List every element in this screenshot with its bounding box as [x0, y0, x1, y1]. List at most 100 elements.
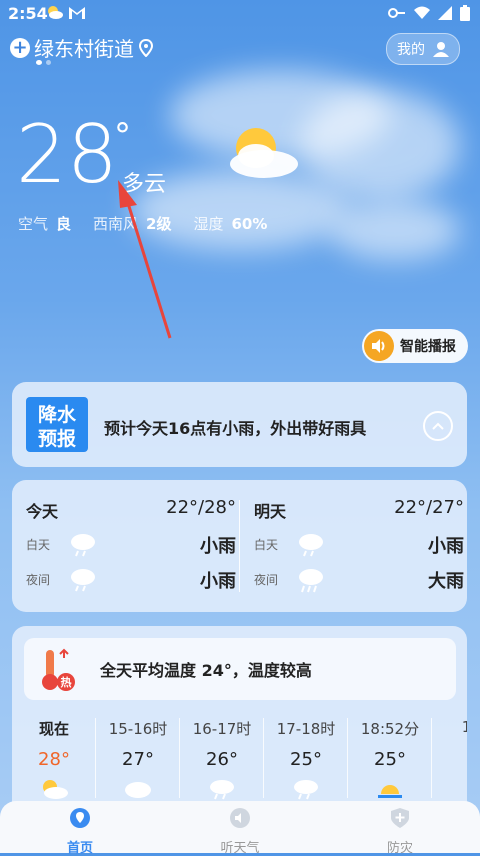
- precipitation-badge-icon: 降水 预报: [26, 397, 88, 452]
- collapse-button[interactable]: [423, 411, 453, 441]
- air-value[interactable]: 良: [56, 213, 71, 234]
- night-label: 夜间: [254, 573, 279, 587]
- rain-icon: [210, 780, 234, 800]
- hourly-forecast-card: 热 全天平均温度 24°，温度较高 现在 28° 15-16时 27° 16-1…: [12, 626, 467, 816]
- hour-temp: 27°: [122, 749, 154, 770]
- nav-label: 听天气: [220, 841, 260, 856]
- me-button[interactable]: 我的: [386, 33, 460, 65]
- nav-home[interactable]: 首页: [30, 807, 130, 856]
- day-condition: 小雨: [200, 536, 236, 557]
- bottom-navigation: 首页 听天气 防灾: [0, 801, 480, 856]
- wifi-icon: [414, 6, 430, 19]
- hour-time: 17-18时: [276, 720, 336, 738]
- precipitation-text: 预计今天16点有小雨，外出带好雨具: [104, 419, 367, 438]
- hourly-list[interactable]: 现在 28° 15-16时 27° 16-17时 26° 17-18时 25° …: [12, 714, 467, 814]
- day-label: 白天: [254, 538, 279, 552]
- add-city-icon[interactable]: +: [10, 37, 30, 58]
- hourly-item[interactable]: 17-18时 25°: [264, 714, 348, 814]
- key-icon: [388, 8, 405, 18]
- divider: [239, 500, 240, 592]
- weather-app-icon: [48, 6, 63, 19]
- hour-temp: 28°: [38, 749, 70, 770]
- location-pin-icon: [138, 38, 154, 57]
- nav-disaster-prevention[interactable]: 防灾: [350, 807, 450, 856]
- status-bar: 2:54: [0, 0, 480, 28]
- me-label: 我的: [397, 42, 425, 58]
- sunset-icon: [378, 785, 402, 798]
- signal-icon: [438, 6, 452, 20]
- partly-cloudy-icon: [230, 128, 298, 178]
- home-location-icon: [70, 808, 90, 828]
- smart-broadcast-button[interactable]: 智能播报: [362, 329, 468, 363]
- heavy-rain-icon: [299, 569, 323, 593]
- forecast-range: 22°/28°: [166, 497, 236, 518]
- badge-line1: 降水: [38, 403, 77, 426]
- hour-time: 18:52分: [360, 720, 420, 738]
- thermometer-hot-icon: 热: [42, 648, 75, 691]
- forecast-range: 22°/27°: [394, 497, 464, 518]
- precipitation-alert-card[interactable]: 降水 预报 预计今天16点有小雨，外出带好雨具: [12, 382, 467, 467]
- hour-temp: 25°: [374, 749, 406, 770]
- hour-time: 现在: [38, 720, 69, 738]
- forecast-today[interactable]: 今天 22°/28° 白天 小雨 夜间 小雨: [26, 480, 236, 612]
- current-details: 空气 良 西南风 2级 湿度 60%: [18, 213, 289, 234]
- badge-line2: 预报: [38, 427, 76, 450]
- wind-value: 2级: [146, 215, 172, 233]
- forecast-day-row: 白天 小雨: [26, 530, 236, 560]
- night-label: 夜间: [26, 573, 51, 587]
- status-time: 2:54: [8, 4, 48, 23]
- forecast-day-row: 白天 小雨: [254, 530, 464, 560]
- two-day-forecast-card: 今天 22°/28° 白天 小雨 夜间 小雨 明天 22°/27° 白天 小雨 …: [12, 480, 467, 612]
- rain-icon: [71, 534, 95, 557]
- nav-listen-weather[interactable]: 听天气: [190, 807, 290, 856]
- battery-icon: [460, 5, 470, 21]
- day-label: 白天: [26, 538, 51, 552]
- nav-label: 首页: [66, 841, 93, 856]
- city-name[interactable]: 绿东村街道: [34, 33, 134, 62]
- humidity-label: 湿度: [193, 215, 224, 233]
- hour-time: 18-: [461, 718, 467, 736]
- user-icon: [433, 42, 449, 57]
- rain-icon: [294, 780, 318, 800]
- chevron-up-icon: [432, 422, 444, 430]
- hour-time: 15-16时: [108, 720, 168, 738]
- page-indicator: [36, 60, 51, 65]
- hourly-item[interactable]: 15-16时 27°: [96, 714, 180, 814]
- forecast-tomorrow[interactable]: 明天 22°/27° 白天 小雨 夜间 大雨: [254, 480, 464, 612]
- shield-plus-icon: [391, 808, 409, 828]
- humidity-value: 60%: [231, 214, 268, 233]
- cloud-icon: [125, 782, 151, 798]
- forecast-night-row: 夜间 小雨: [26, 565, 236, 595]
- forecast-night-row: 夜间 大雨: [254, 565, 464, 595]
- current-temperature: 28: [16, 108, 118, 201]
- background-cloud: [330, 200, 460, 260]
- night-condition: 大雨: [428, 571, 464, 592]
- hourly-item[interactable]: 现在 28°: [12, 714, 96, 814]
- wind-label: 西南风: [93, 215, 139, 233]
- hourly-item[interactable]: 16-17时 26°: [180, 714, 264, 814]
- rain-icon: [71, 569, 95, 592]
- forecast-day: 今天: [26, 502, 59, 521]
- day-condition: 小雨: [428, 536, 464, 557]
- broadcast-label: 智能播报: [400, 339, 456, 355]
- hourly-item[interactable]: 18:52分 25°: [348, 714, 432, 814]
- degree-symbol: °: [114, 116, 131, 156]
- hour-temp: 2: [432, 746, 467, 767]
- partly-cloudy-icon: [43, 780, 68, 799]
- page-dot-active: [36, 60, 42, 65]
- night-condition: 小雨: [200, 571, 236, 592]
- hourly-item[interactable]: 18- 2: [432, 714, 467, 814]
- hour-time: 16-17时: [192, 720, 252, 738]
- speaker-icon: [364, 331, 394, 361]
- forecast-day: 明天: [254, 502, 287, 521]
- rain-icon: [299, 534, 323, 557]
- temperature-tip: 热 全天平均温度 24°，温度较高: [24, 638, 456, 700]
- tip-text: 全天平均温度 24°，温度较高: [100, 661, 312, 680]
- gmail-icon: [69, 7, 85, 19]
- hour-temp: 26°: [206, 749, 238, 770]
- current-condition: 多云: [122, 172, 167, 197]
- speaker-icon: [230, 808, 250, 828]
- page-dot: [46, 60, 51, 65]
- air-label: 空气: [18, 215, 49, 233]
- nav-label: 防灾: [386, 841, 413, 856]
